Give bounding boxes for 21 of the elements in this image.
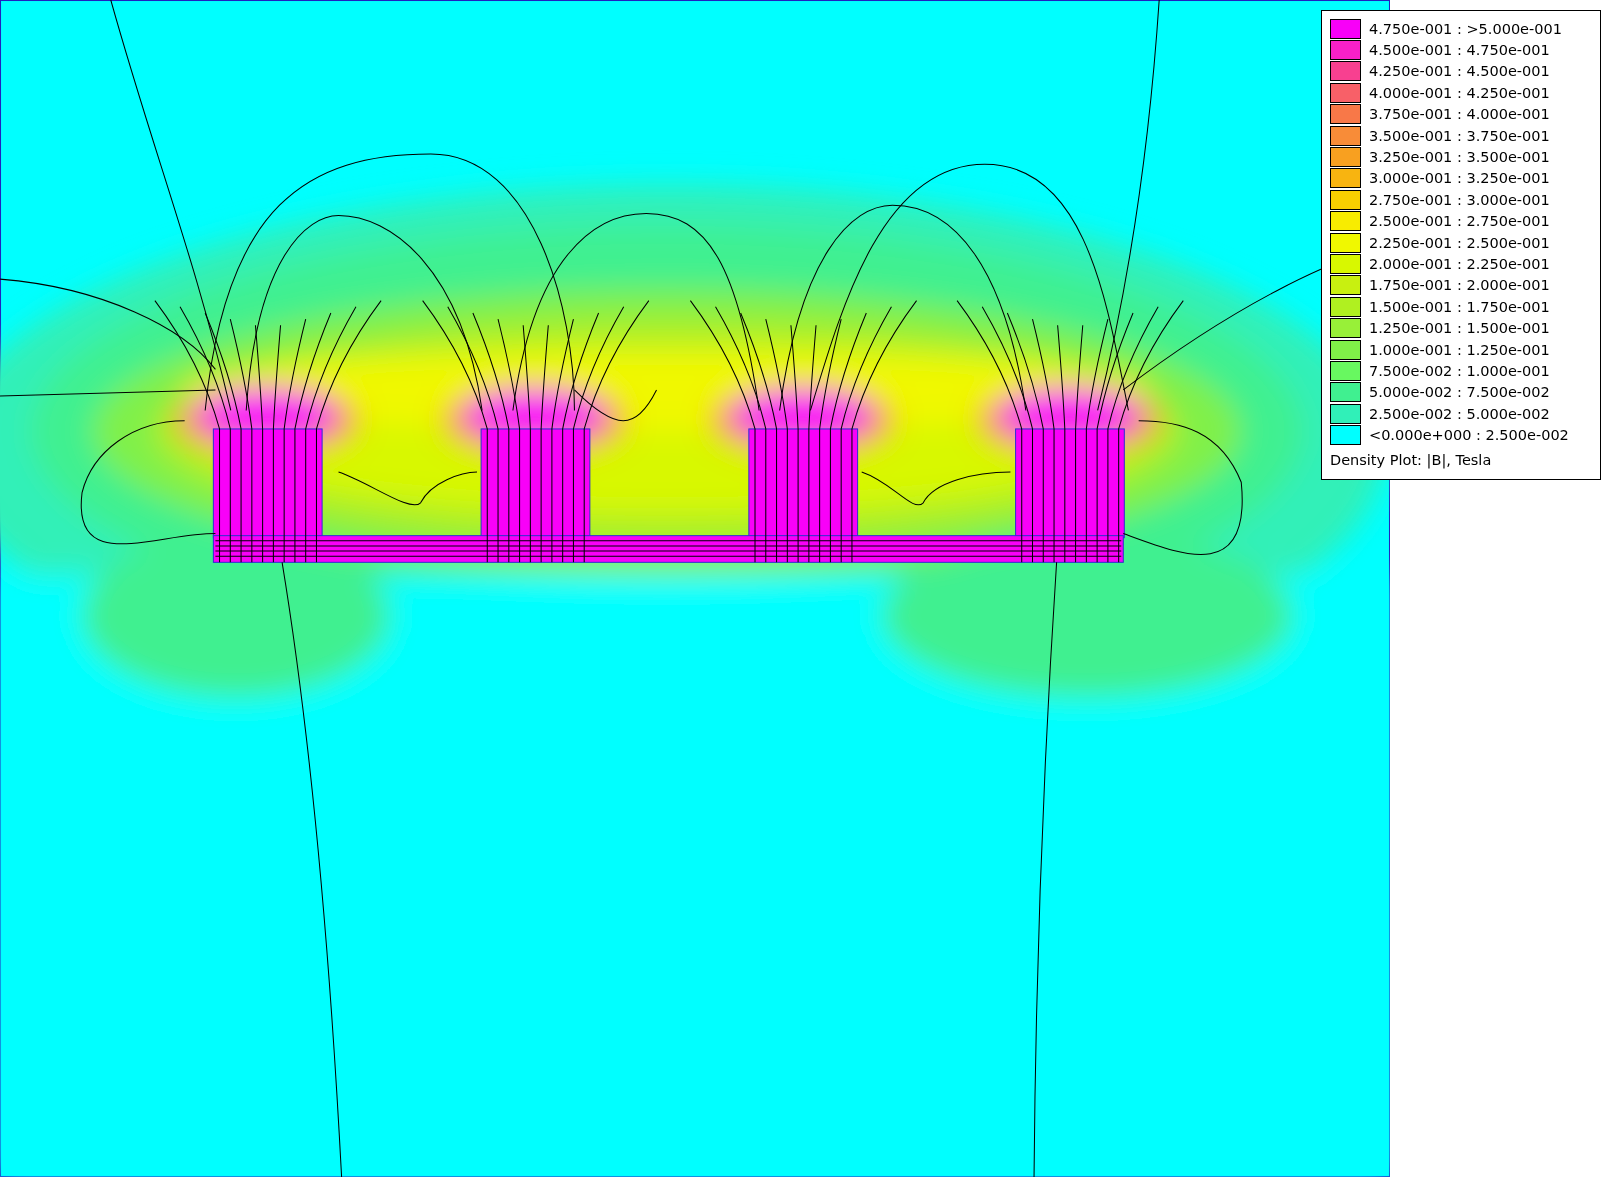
legend-label: 1.500e-001 : 1.750e-001 [1369, 298, 1550, 315]
legend-title: Density Plot: |B|, Tesla [1330, 451, 1493, 468]
legend-label: 7.500e-002 : 1.000e-001 [1369, 362, 1550, 379]
legend-label: 1.250e-001 : 1.500e-001 [1369, 320, 1550, 337]
legend-label: 2.250e-001 : 2.500e-001 [1369, 234, 1550, 251]
legend-label: 4.750e-001 : >5.000e-001 [1369, 20, 1562, 37]
legend-label: 4.500e-001 : 4.750e-001 [1369, 42, 1550, 59]
legend-label: 2.500e-001 : 2.750e-001 [1369, 213, 1550, 230]
legend-label: 1.750e-001 : 2.000e-001 [1369, 277, 1550, 294]
legend-label: 2.500e-002 : 5.000e-002 [1369, 405, 1550, 422]
legend-label: 3.750e-001 : 4.000e-001 [1369, 106, 1550, 123]
legend-label: 3.000e-001 : 3.250e-001 [1369, 170, 1550, 187]
legend-label: <0.000e+000 : 2.500e-002 [1369, 427, 1569, 444]
legend-label: 3.500e-001 : 3.750e-001 [1369, 127, 1550, 144]
legend-label: 4.000e-001 : 4.250e-001 [1369, 84, 1550, 101]
legend-label: 1.000e-001 : 1.250e-001 [1369, 341, 1550, 358]
legend-label: 5.000e-002 : 7.500e-002 [1369, 384, 1550, 401]
legend-label: 3.250e-001 : 3.500e-001 [1369, 149, 1550, 166]
legend-label: 2.750e-001 : 3.000e-001 [1369, 191, 1550, 208]
legend-label: 2.000e-001 : 2.250e-001 [1369, 256, 1550, 272]
legend-label: 4.250e-001 : 4.500e-001 [1369, 63, 1550, 80]
